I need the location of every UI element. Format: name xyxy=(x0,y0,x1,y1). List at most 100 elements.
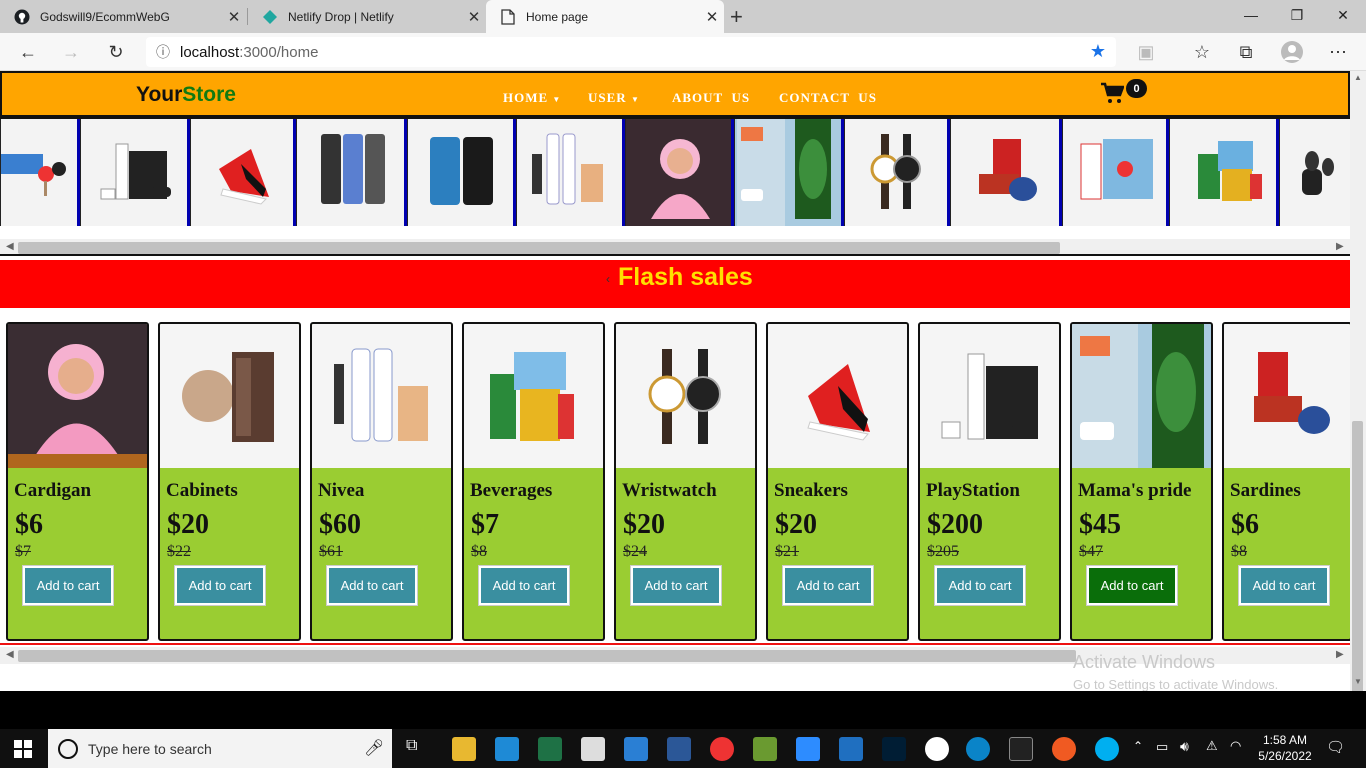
carousel-image[interactable] xyxy=(1279,119,1350,226)
carousel-image[interactable] xyxy=(190,119,296,226)
carousel-scrollbar[interactable]: ◀ ▶ xyxy=(0,239,1350,256)
add-to-cart-button[interactable]: Add to cart xyxy=(326,565,418,606)
carousel-image[interactable] xyxy=(407,119,516,226)
cart-icon[interactable] xyxy=(1100,81,1124,105)
taskbar-search[interactable]: Type here to search 🎤︎ xyxy=(48,729,392,768)
mail-icon[interactable] xyxy=(624,737,648,761)
scroll-left-icon[interactable]: ◀ xyxy=(6,241,14,252)
edge-icon[interactable] xyxy=(966,737,990,761)
nav-contact[interactable]: CONTACT US xyxy=(779,90,877,106)
microphone-icon[interactable]: 🎤︎ xyxy=(364,738,384,758)
product-image[interactable] xyxy=(1072,324,1211,468)
file-explorer-icon[interactable] xyxy=(452,737,476,761)
add-to-cart-button[interactable]: Add to cart xyxy=(174,565,266,606)
postman-icon[interactable] xyxy=(1052,737,1076,761)
carousel-image[interactable] xyxy=(844,119,950,226)
nav-user[interactable]: USER ▼ xyxy=(588,90,640,106)
product-image[interactable] xyxy=(160,324,299,468)
product-card[interactable]: Cabinets $20 $22 Add to cart xyxy=(158,322,301,641)
add-to-cart-button[interactable]: Add to cart xyxy=(1238,565,1330,606)
product-image[interactable] xyxy=(312,324,451,468)
scrollbar-thumb[interactable] xyxy=(18,650,1076,662)
tab-github[interactable]: Godswill9/EcommWebG ✕ xyxy=(0,0,246,33)
add-to-cart-button[interactable]: Add to cart xyxy=(22,565,114,606)
maximize-button[interactable]: ❐ xyxy=(1274,0,1320,30)
extension-icon[interactable]: ▣ xyxy=(1131,38,1161,66)
photoshop-icon[interactable] xyxy=(882,737,906,761)
favorites-icon[interactable]: ☆ xyxy=(1187,38,1217,66)
scroll-left-icon[interactable]: ◀ xyxy=(6,649,14,660)
taskbar-clock[interactable]: 1:58 AM 5/26/2022 xyxy=(1255,732,1315,764)
word-icon[interactable] xyxy=(667,737,691,761)
add-to-cart-button[interactable]: Add to cart xyxy=(478,565,570,606)
product-image[interactable] xyxy=(8,324,147,468)
add-to-cart-button[interactable]: Add to cart xyxy=(782,565,874,606)
product-image[interactable] xyxy=(616,324,755,468)
carousel-image[interactable] xyxy=(1062,119,1169,226)
new-tab-button[interactable]: + xyxy=(730,4,743,30)
tab-home-page[interactable]: Home page ✕ xyxy=(486,0,724,33)
collections-icon[interactable]: ⧉ xyxy=(1231,38,1261,66)
add-to-cart-button[interactable]: Add to cart xyxy=(934,565,1026,606)
carousel-image[interactable] xyxy=(80,119,190,226)
carousel-image[interactable] xyxy=(1169,119,1279,226)
address-bar[interactable]: ⓘ localhost:3000/home ★ xyxy=(146,37,1116,67)
site-logo[interactable]: YourStore xyxy=(136,83,236,107)
favorite-star-icon[interactable]: ★ xyxy=(1090,41,1106,62)
network-icon[interactable]: ⚠︎ xyxy=(1206,738,1218,754)
minimize-button[interactable]: — xyxy=(1228,0,1274,30)
more-menu-icon[interactable]: ⋯ xyxy=(1323,38,1353,66)
forward-icon[interactable]: → xyxy=(56,38,86,66)
profile-avatar-icon[interactable] xyxy=(1277,38,1307,66)
excel-icon[interactable] xyxy=(538,737,562,761)
wifi-icon[interactable]: ◠ xyxy=(1230,738,1241,754)
tab-netlify[interactable]: Netlify Drop | Netlify ✕ xyxy=(248,0,486,33)
app-icon[interactable] xyxy=(925,737,949,761)
skype-icon[interactable] xyxy=(1095,737,1119,761)
volume-icon[interactable]: 🔊︎ xyxy=(1180,738,1189,755)
carousel-image[interactable] xyxy=(950,119,1062,226)
windows-start-icon[interactable] xyxy=(14,740,32,763)
app-icon[interactable] xyxy=(753,737,777,761)
add-to-cart-button[interactable]: Add to cart xyxy=(630,565,722,606)
carousel-image[interactable] xyxy=(625,119,734,226)
chevron-left-icon[interactable]: ‹ xyxy=(606,272,610,286)
close-window-button[interactable]: ✕ xyxy=(1320,0,1366,30)
scroll-up-icon[interactable]: ▲ xyxy=(1354,73,1362,82)
tray-chevron-icon[interactable]: ⌃ xyxy=(1133,739,1143,753)
vscode-icon[interactable] xyxy=(495,737,519,761)
scrollbar-thumb[interactable] xyxy=(1352,421,1363,701)
scroll-right-icon[interactable]: ▶ xyxy=(1336,649,1344,660)
scroll-down-icon[interactable]: ▼ xyxy=(1354,677,1362,686)
chrome-icon[interactable] xyxy=(710,737,734,761)
product-image[interactable] xyxy=(920,324,1059,468)
close-tab-icon[interactable]: ✕ xyxy=(700,8,724,26)
zoom-icon[interactable] xyxy=(796,737,820,761)
product-card[interactable]: Cardigan $6 $7 Add to cart xyxy=(6,322,149,641)
product-card[interactable]: Nivea $60 $61 Add to cart xyxy=(310,322,453,641)
battery-icon[interactable]: ▭ xyxy=(1156,739,1168,755)
add-to-cart-button[interactable]: Add to cart xyxy=(1086,565,1178,606)
product-card[interactable]: Mama's pride $45 $47 Add to cart xyxy=(1070,322,1213,641)
product-card[interactable]: PlayStation $200 $205 Add to cart xyxy=(918,322,1061,641)
scroll-right-icon[interactable]: ▶ xyxy=(1336,241,1344,252)
carousel-image[interactable] xyxy=(734,119,844,226)
notifications-icon[interactable]: 🗨︎ xyxy=(1326,738,1345,756)
task-view-icon[interactable]: ⧉ xyxy=(406,737,430,761)
carousel-image[interactable] xyxy=(296,119,407,226)
product-card[interactable]: Sardines $6 $8 Add to cart xyxy=(1222,322,1350,641)
product-card[interactable]: Sneakers $20 $21 Add to cart xyxy=(766,322,909,641)
image-carousel[interactable] xyxy=(0,119,1350,226)
product-image[interactable] xyxy=(464,324,603,468)
product-image[interactable] xyxy=(1224,324,1350,468)
back-icon[interactable]: ← xyxy=(13,38,43,66)
page-vertical-scrollbar[interactable]: ▲ ▼ xyxy=(1350,71,1366,701)
close-tab-icon[interactable]: ✕ xyxy=(222,8,246,26)
carousel-image[interactable] xyxy=(0,119,80,226)
carousel-image[interactable] xyxy=(516,119,625,226)
refresh-icon[interactable]: ↻ xyxy=(101,38,131,66)
scrollbar-thumb[interactable] xyxy=(18,242,1060,254)
product-image[interactable] xyxy=(768,324,907,468)
terminal-icon[interactable] xyxy=(1009,737,1033,761)
close-tab-icon[interactable]: ✕ xyxy=(462,8,486,26)
